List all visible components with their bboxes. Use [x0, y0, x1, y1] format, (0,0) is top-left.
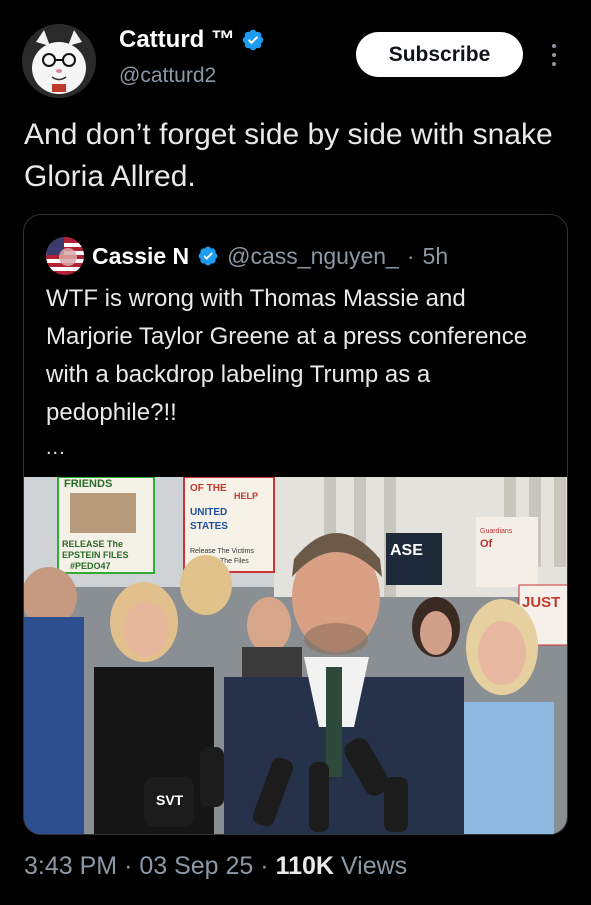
mic-label-text: SVT — [156, 792, 184, 808]
sign-epstein-text: EPSTEIN FILES — [62, 550, 129, 560]
verified-badge-icon — [242, 29, 264, 51]
tweet-footer: 3:43 PM · 03 Sep 25 · 110K Views — [24, 852, 407, 881]
quoted-author-avatar[interactable] — [46, 237, 84, 275]
quoted-tweet-ellipsis: ... — [46, 437, 66, 459]
sign-justice-text: JUST — [522, 594, 560, 611]
flag-avatar-image — [46, 237, 84, 275]
sign-of-the-text: OF THE — [190, 483, 227, 494]
sign-friends-text: FRIENDS — [64, 478, 112, 490]
cat-avatar-image — [22, 24, 96, 98]
sign-release-text: RELEASE The — [62, 539, 123, 549]
sign-victims-text: Release The Victims — [190, 548, 254, 555]
author-handle[interactable]: @catturd2 — [119, 64, 216, 88]
subscribe-button[interactable]: Subscribe — [356, 32, 523, 77]
sign-united-text: UNITED — [190, 507, 227, 518]
verified-badge-icon — [198, 246, 218, 266]
sign-of-text: Of — [480, 538, 493, 550]
quoted-tweet-card[interactable]: Cassie N @cass_nguyen_ · 5h WTF is wrong… — [23, 214, 568, 835]
quoted-tweet-header: Cassie N @cass_nguyen_ · 5h — [46, 237, 448, 275]
quoted-tweet-age[interactable]: 5h — [423, 243, 449, 270]
tweet-text: And don’t forget side by side with snake… — [24, 118, 553, 193]
views-label: Views — [340, 852, 408, 880]
views-count[interactable]: 110K — [276, 852, 334, 880]
quoted-tweet-text: WTF is wrong with Thomas Massie and Marj… — [46, 285, 528, 426]
quoted-author-handle[interactable]: @cass_nguyen_ — [227, 243, 399, 270]
sign-release-right-text: ASE — [390, 542, 423, 559]
footer-dot: · — [260, 852, 269, 880]
tweet-time[interactable]: 3:43 PM — [24, 852, 117, 880]
tweet-header: Catturd ™ @catturd2 Subscribe — [0, 0, 591, 110]
sign-help-text: HELP — [234, 491, 258, 501]
more-options-icon[interactable] — [544, 40, 564, 70]
sign-states-text: STATES — [190, 521, 228, 532]
tweet-date[interactable]: 03 Sep 25 — [139, 852, 253, 880]
quoted-author-name[interactable]: Cassie N — [92, 243, 189, 270]
sign-guardians-text: Guardians — [480, 528, 513, 535]
author-display-name[interactable]: Catturd ™ — [119, 26, 235, 54]
author-avatar[interactable] — [22, 24, 96, 98]
footer-dot: · — [124, 852, 133, 880]
separator-dot: · — [406, 242, 415, 269]
sign-pedo-text: #PEDO47 — [70, 561, 111, 571]
author-name-row: Catturd ™ — [119, 26, 265, 54]
press-conference-photo[interactable]: FRIENDS RELEASE The EPSTEIN FILES #PEDO4… — [24, 477, 568, 835]
